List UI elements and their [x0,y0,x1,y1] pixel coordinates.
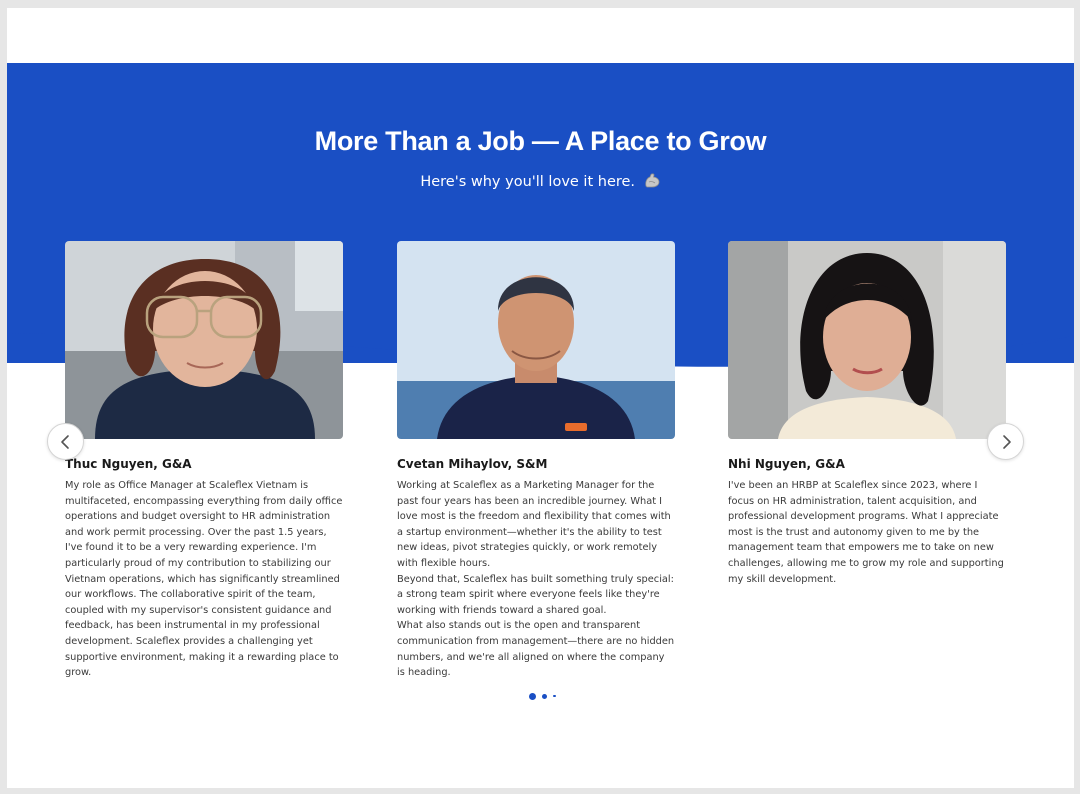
testimonial-card: Nhi Nguyen, G&A I've been an HRBP at Sca… [728,241,1006,587]
subtitle-text: Here's why you'll love it here. [420,174,636,190]
section-subtitle: Here's why you'll love it here. [7,173,1074,190]
pagination-dot-active[interactable] [529,692,536,700]
profile-photo-thuc [65,241,343,439]
testimonials-section: More Than a Job — A Place to Grow Here's… [7,8,1074,788]
section-title: More Than a Job — A Place to Grow [314,126,767,156]
pagination-dot[interactable] [553,694,556,698]
testimonial-text: My role as Office Manager at Scaleflex V… [65,480,343,679]
carousel-pagination [529,692,556,700]
testimonial-name: Cvetan Mihaylov, S&M [397,457,548,471]
testimonial-name: Nhi Nguyen, G&A [728,457,845,471]
carousel-prev-button[interactable] [47,423,84,460]
profile-photo-nhi [728,241,1006,439]
chevron-left-icon [60,434,69,449]
testimonial-text: Working at Scaleflex as a Marketing Mana… [397,480,675,679]
carousel-next-button[interactable] [987,423,1024,460]
testimonial-card: Cvetan Mihaylov, S&M Working at Scalefle… [397,241,675,681]
testimonial-name: Thuc Nguyen, G&A [65,457,192,471]
chevron-right-icon [1002,434,1011,449]
pagination-dot[interactable] [542,693,547,699]
testimonial-text: I've been an HRBP at Scaleflex since 202… [728,480,1004,585]
flexed-biceps-icon [645,173,660,188]
testimonial-card: Thuc Nguyen, G&A My role as Office Manag… [65,241,343,681]
profile-photo-cvetan [397,241,675,439]
